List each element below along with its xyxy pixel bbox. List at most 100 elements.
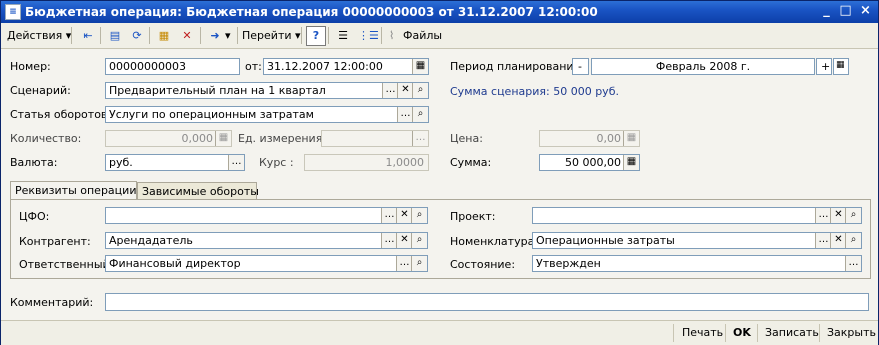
period-minus-label: - bbox=[578, 60, 582, 73]
clear-icon[interactable]: ✕ bbox=[830, 208, 846, 223]
print-button[interactable]: Печать bbox=[682, 326, 723, 339]
paperclip-icon: ⌇ bbox=[389, 29, 395, 42]
number-label: Номер: bbox=[10, 60, 51, 73]
nomenclature-label: Номенклатура: bbox=[450, 235, 539, 248]
project-field[interactable]: … ✕ ⌕ bbox=[532, 207, 862, 224]
select-button[interactable]: … bbox=[397, 107, 413, 122]
counterparty-value: Арендадатель bbox=[109, 234, 193, 247]
actions-label: Действия bbox=[7, 29, 63, 42]
select-button[interactable]: … bbox=[815, 233, 831, 248]
state-label: Состояние: bbox=[450, 258, 516, 271]
state-value: Утвержден bbox=[536, 257, 601, 270]
close-window-button[interactable]: × bbox=[857, 4, 874, 19]
minimize-button[interactable]: _ bbox=[818, 4, 835, 19]
arrow-left-icon[interactable]: ⇤ bbox=[78, 26, 98, 46]
document-window: ≡ Бюджетная операция: Бюджетная операция… bbox=[0, 0, 879, 345]
period-field[interactable]: Февраль 2008 г. bbox=[591, 58, 815, 75]
maximize-button[interactable]: □ bbox=[837, 4, 854, 19]
currency-field[interactable]: руб. … bbox=[105, 154, 245, 171]
clear-icon[interactable]: ✕ bbox=[397, 83, 413, 98]
movements-icon[interactable]: ⋮☰ bbox=[357, 26, 379, 46]
select-button[interactable]: … bbox=[381, 233, 397, 248]
qty-field[interactable]: 0,000 ▦ bbox=[105, 130, 232, 147]
footer-separator bbox=[819, 324, 820, 342]
search-icon[interactable]: ⌕ bbox=[845, 233, 861, 248]
period-prev-button[interactable]: - bbox=[572, 58, 589, 75]
search-icon[interactable]: ⌕ bbox=[411, 208, 427, 223]
save-button[interactable]: Записать bbox=[765, 326, 819, 339]
document-view-icon[interactable]: ▤ bbox=[105, 26, 125, 46]
help-icon[interactable]: ? bbox=[306, 26, 326, 46]
project-label: Проект: bbox=[450, 210, 496, 223]
counterparty-label: Контрагент: bbox=[19, 235, 91, 248]
cfo-label: ЦФО: bbox=[19, 210, 50, 223]
ok-button[interactable]: OK bbox=[733, 326, 751, 339]
structure-icon[interactable]: ☰ bbox=[333, 26, 353, 46]
search-icon[interactable]: ⌕ bbox=[411, 256, 427, 271]
create-based-on-dropdown[interactable]: ▾ bbox=[225, 26, 231, 45]
qty-value: 0,000 bbox=[181, 132, 214, 145]
toolbar-separator bbox=[71, 27, 72, 44]
search-icon[interactable]: ⌕ bbox=[412, 83, 428, 98]
clear-icon[interactable]: ✕ bbox=[396, 233, 412, 248]
date-field[interactable]: 31.12.2007 12:00:00 ▦ bbox=[263, 58, 429, 75]
search-icon[interactable]: ⌕ bbox=[845, 208, 861, 223]
nomenclature-value: Операционные затраты bbox=[536, 234, 675, 247]
select-button[interactable]: … bbox=[228, 155, 244, 170]
calendar-icon[interactable]: ▦ bbox=[412, 59, 428, 74]
clear-icon[interactable]: ✕ bbox=[396, 208, 412, 223]
sum-value: 50 000,00 bbox=[565, 156, 621, 169]
calculator-icon[interactable]: ▦ bbox=[623, 155, 639, 170]
period-value: Февраль 2008 г. bbox=[655, 60, 751, 73]
responsible-field[interactable]: Финансовый директор … ⌕ bbox=[105, 255, 428, 272]
article-field[interactable]: Услуги по операционным затратам … ⌕ bbox=[105, 106, 429, 123]
toolbar-separator bbox=[100, 27, 101, 44]
files-button[interactable]: Файлы bbox=[403, 26, 442, 45]
create-based-on-icon[interactable]: ➜ bbox=[205, 26, 225, 46]
goto-menu-button[interactable]: Перейти ▾ bbox=[242, 26, 301, 45]
number-field[interactable]: 00000000003 bbox=[105, 58, 240, 75]
post-document-icon[interactable]: ▦ bbox=[154, 26, 174, 46]
footer-bar: Печать OK Записать Закрыть bbox=[1, 320, 878, 345]
tab-operation-details[interactable]: Реквизиты операции bbox=[10, 181, 137, 201]
sum-field[interactable]: 50 000,00 ▦ bbox=[539, 154, 640, 171]
comment-field[interactable] bbox=[105, 293, 869, 311]
select-button[interactable]: … bbox=[382, 83, 398, 98]
currency-label: Валюта: bbox=[10, 156, 58, 169]
state-field[interactable]: Утвержден … bbox=[532, 255, 862, 272]
footer-separator bbox=[757, 324, 758, 342]
footer-separator bbox=[725, 324, 726, 342]
select-button[interactable]: … bbox=[845, 256, 861, 271]
counterparty-field[interactable]: Арендадатель … ✕ ⌕ bbox=[105, 232, 428, 249]
price-value: 0,00 bbox=[596, 132, 622, 145]
select-button[interactable]: … bbox=[396, 256, 412, 271]
toolbar-separator bbox=[200, 27, 201, 44]
window-title: Бюджетная операция: Бюджетная операция 0… bbox=[25, 5, 598, 19]
rate-field[interactable]: 1,0000 bbox=[304, 154, 429, 171]
nomenclature-field[interactable]: Операционные затраты … ✕ ⌕ bbox=[532, 232, 862, 249]
select-button[interactable]: … bbox=[381, 208, 397, 223]
refresh-icon[interactable]: ⟳ bbox=[127, 26, 147, 46]
price-field[interactable]: 0,00 ▦ bbox=[539, 130, 640, 147]
actions-menu-button[interactable]: Действия ▾ bbox=[7, 26, 71, 45]
search-icon[interactable]: ⌕ bbox=[411, 233, 427, 248]
qty-label: Количество: bbox=[10, 132, 82, 145]
unit-field[interactable]: … bbox=[321, 130, 429, 147]
clear-icon[interactable]: ✕ bbox=[830, 233, 846, 248]
cfo-field[interactable]: … ✕ ⌕ bbox=[105, 207, 428, 224]
period-next-button[interactable]: + bbox=[816, 58, 832, 75]
date-value: 31.12.2007 12:00:00 bbox=[267, 60, 383, 73]
search-icon[interactable]: ⌕ bbox=[412, 107, 428, 122]
article-label: Статья оборотов: bbox=[10, 108, 112, 121]
rate-value: 1,0000 bbox=[385, 156, 425, 169]
toolbar-separator bbox=[149, 27, 150, 44]
unpost-document-icon[interactable]: ✕ bbox=[177, 26, 197, 46]
toolbar: Действия ▾ ⇤ ▤ ⟳ ▦ ✕ ➜ ▾ Перейти ▾ ? ☰ ⋮… bbox=[1, 23, 878, 49]
close-button[interactable]: Закрыть bbox=[827, 326, 876, 339]
scenario-field[interactable]: Предварительный план на 1 квартал … ✕ ⌕ bbox=[105, 82, 429, 99]
period-calendar-button[interactable]: ▦ bbox=[833, 58, 849, 75]
select-button[interactable]: … bbox=[815, 208, 831, 223]
price-label: Цена: bbox=[450, 132, 483, 145]
toolbar-separator bbox=[381, 27, 382, 44]
tab-panel: ЦФО: … ✕ ⌕ Проект: … ✕ ⌕ Контрагент: Аре… bbox=[10, 199, 871, 279]
